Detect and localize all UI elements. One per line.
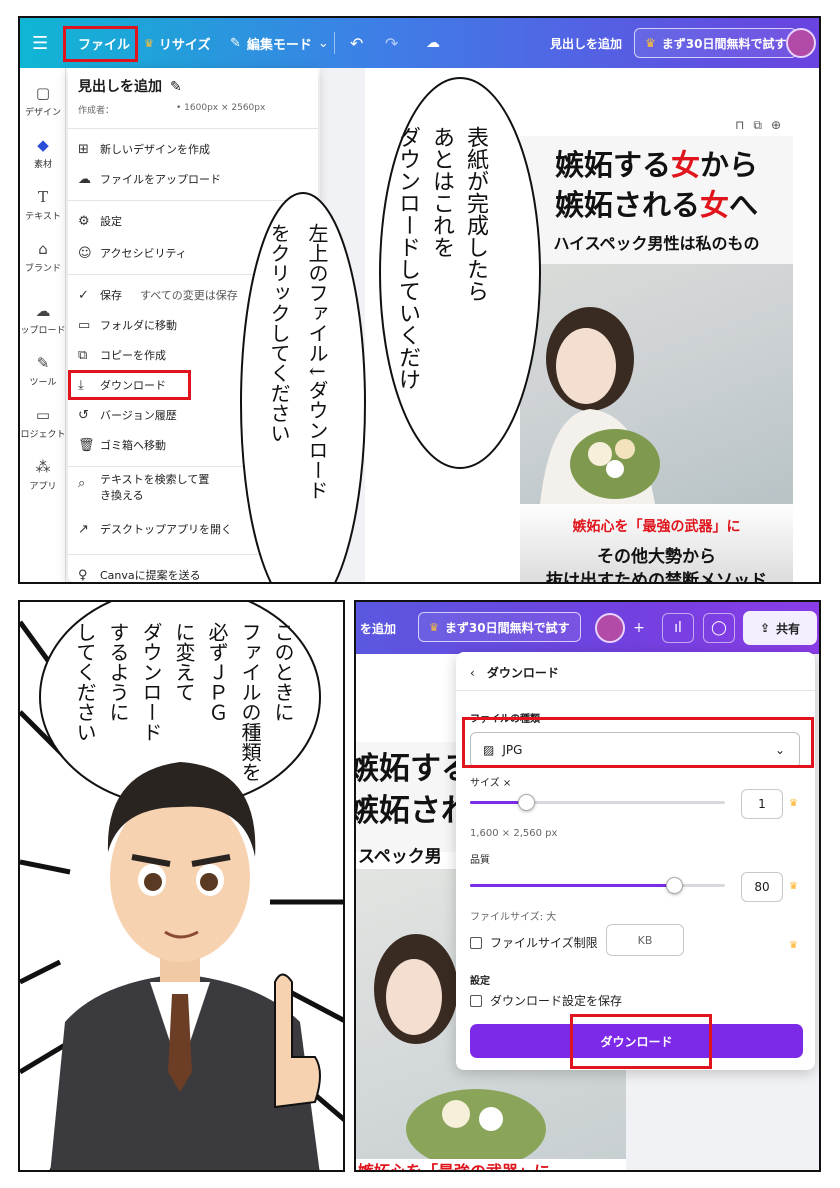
speech-bubble-left: 左上のファイル↓ダウンロード をクリックしてください — [267, 223, 329, 500]
back-button[interactable]: ‹ ダウンロード — [470, 664, 559, 681]
cover-tagline: 嫉妬心を「最強の武器」に — [358, 1162, 551, 1172]
speech-bubble: このときに ファイルの種類を 必ずＪＰＧ に変えて ダウンロード するように してください — [73, 622, 295, 782]
crown-icon: ♛ — [429, 620, 439, 634]
checkbox-label: ファイルサイズ制限 — [490, 936, 598, 950]
panel-character: このときに ファイルの種類を 必ずＪＰＧ に変えて ダウンロード するように してください — [18, 600, 345, 1172]
panel-canva-file-menu: ☰ ファイル ♛ リサイズ ✎ 編集モード ⌄ ↶ ↷ ☁ 見出しを追加 ♛ まず30日… — [18, 16, 821, 584]
speech-bubble-right: 表紙が完成したら あとはこれを ダウンロードしていくだけ — [395, 126, 488, 390]
trial-button[interactable]: ♛ まず30日間無料で試す — [418, 612, 581, 642]
canva-topbar: を追加 ♛ まず30日間無料で試す + ıl ◯ ⇪ 共有 — [356, 602, 819, 654]
quality-label: 品質 — [470, 855, 490, 866]
slider-handle[interactable] — [666, 877, 683, 894]
crown-icon: ♛ — [789, 940, 798, 951]
checkbox-label: ダウンロード設定を保存 — [490, 994, 623, 1008]
size-label: サイズ × — [470, 778, 512, 789]
size-input[interactable]: 1 — [741, 789, 783, 819]
chevron-left-icon: ‹ — [470, 665, 475, 680]
share-icon: ⇪ — [759, 621, 771, 635]
size-dimensions: 1,600 × 2,560 px — [470, 828, 558, 839]
highlight-download-button — [570, 1014, 712, 1069]
save-settings-checkbox[interactable]: ダウンロード設定を保存 — [470, 992, 622, 1009]
settings-label: 設定 — [470, 976, 490, 987]
share-label: 共有 — [776, 621, 801, 636]
crown-icon: ♛ — [789, 881, 798, 892]
divider — [456, 690, 815, 691]
crown-icon: ♛ — [789, 798, 798, 809]
analytics-icon[interactable]: ıl — [662, 613, 694, 643]
checkbox-icon — [470, 994, 482, 1007]
download-panel: ‹ ダウンロード ファイルの種類 ▨ JPG ⌄ サイズ × 1 ♛ 1,600 × … — [456, 652, 815, 1070]
add-heading-title[interactable]: を追加 — [360, 602, 396, 654]
quality-slider[interactable] — [470, 877, 725, 894]
file-size-text: ファイルサイズ: 大 — [470, 912, 557, 923]
share-button[interactable]: ⇪ 共有 — [743, 611, 817, 645]
comment-icon[interactable]: ◯ — [703, 613, 735, 643]
size-slider[interactable] — [470, 794, 725, 811]
highlight-file-type — [462, 717, 814, 768]
cover-headline-1: 嫉妬する — [354, 751, 472, 787]
kb-input[interactable]: KB — [606, 924, 684, 956]
cover-headline-2: 嫉妬され — [354, 793, 472, 829]
slider-fill — [470, 884, 674, 887]
quality-input[interactable]: 80 — [741, 872, 783, 902]
download-title: ダウンロード — [486, 666, 559, 680]
trial-label: まず30日間無料で試す — [444, 620, 570, 635]
file-size-limit-checkbox[interactable]: ファイルサイズ制限 — [470, 934, 598, 951]
avatar[interactable] — [595, 613, 625, 643]
panel-download-settings: を追加 ♛ まず30日間無料で試す + ıl ◯ ⇪ 共有 嫉妬する 嫉妬され スペ… — [354, 600, 821, 1172]
checkbox-icon — [470, 936, 482, 949]
slider-handle[interactable] — [518, 794, 536, 811]
plus-icon[interactable]: + — [623, 613, 655, 643]
